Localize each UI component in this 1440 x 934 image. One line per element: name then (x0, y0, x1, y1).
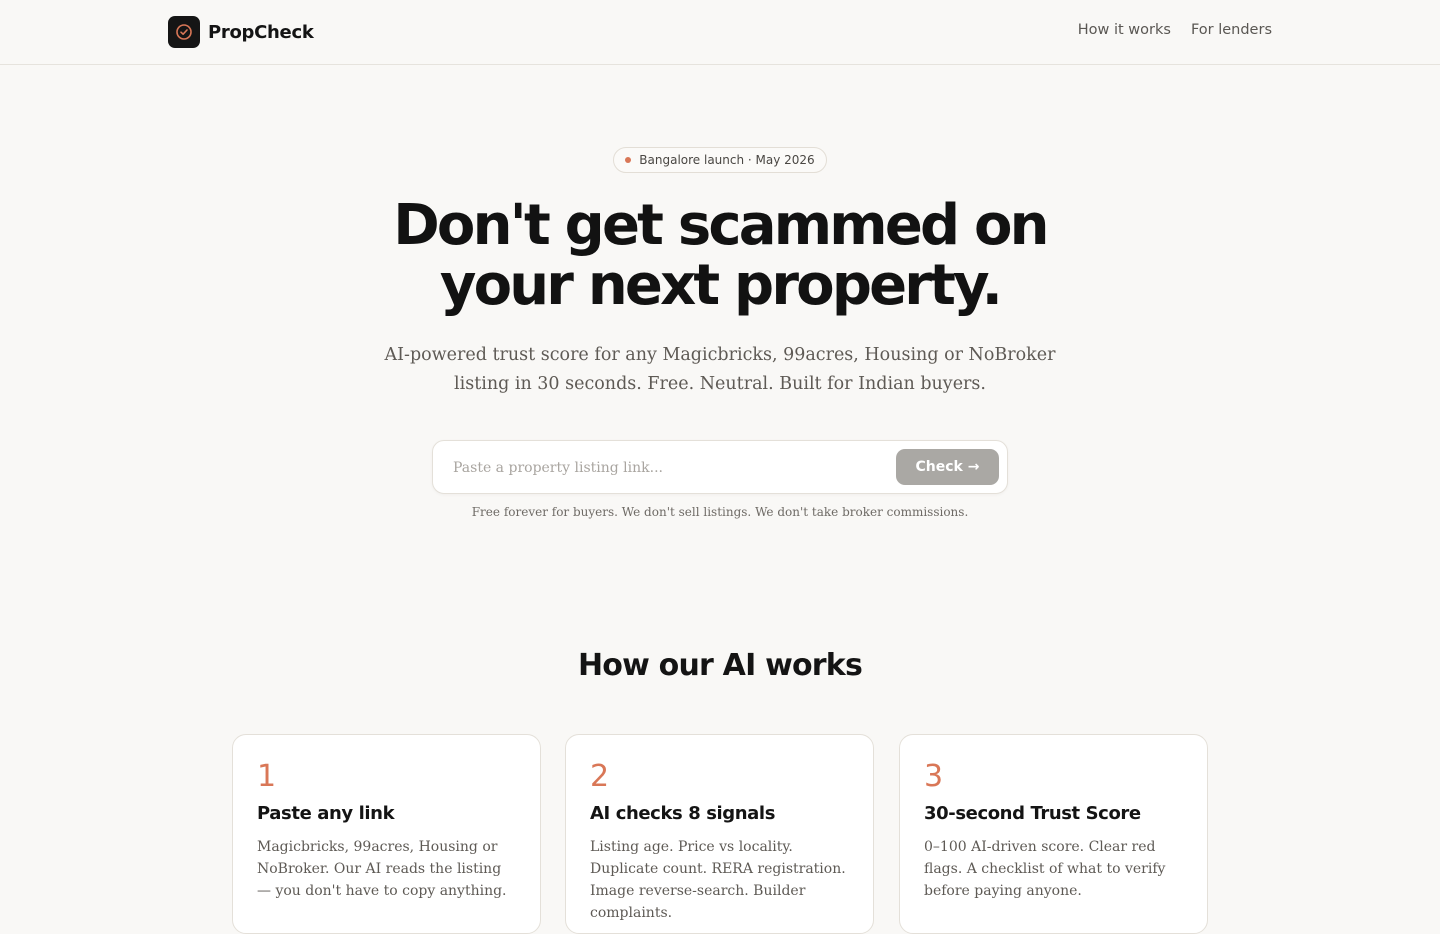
launch-badge: Bangalore launch · May 2026 (613, 147, 827, 173)
hero-headline-line2: your next property. (439, 253, 1003, 318)
how-it-works-title: How our AI works (577, 648, 863, 683)
step-title: Paste any link (257, 803, 395, 824)
hero-subhead: AI-powered trust score for any Magicbric… (384, 345, 1056, 394)
step-title: 30-second Trust Score (924, 803, 1141, 824)
status-dot-icon (625, 157, 632, 163)
listing-link-input[interactable] (453, 456, 883, 480)
step-card-1: 1 Paste any link Magicbricks, 99acres, H… (232, 734, 541, 934)
step-card-3: 3 30-second Trust Score 0–100 AI-driven … (899, 734, 1208, 934)
step-body: Listing age. Price vs locality. Duplicat… (590, 839, 846, 921)
step-number: 2 (590, 759, 610, 794)
check-circle-icon (168, 16, 200, 48)
nav-link-how-it-works[interactable]: How it works (1078, 22, 1171, 38)
step-body: 0–100 AI-driven score. Clear red flags. … (924, 839, 1166, 899)
nav-links: How it works For lenders (1078, 22, 1272, 38)
step-number: 3 (924, 759, 944, 794)
step-number: 1 (257, 759, 277, 794)
step-body: Magicbricks, 99acres, Housing or NoBroke… (257, 839, 507, 899)
launch-badge-text: Bangalore launch · May 2026 (639, 153, 815, 167)
step-title: AI checks 8 signals (590, 803, 776, 824)
hero-headline: Don't get scammed on your next property. (220, 196, 1220, 316)
nav-link-for-lenders[interactable]: For lenders (1191, 22, 1272, 38)
listing-search-box: Check → (432, 440, 1008, 494)
step-card-2: 2 AI checks 8 signals Listing age. Price… (565, 734, 874, 934)
check-button[interactable]: Check → (896, 449, 999, 485)
brand[interactable]: PropCheck (168, 16, 314, 48)
fine-print: Free forever for buyers. We don't sell l… (471, 505, 969, 519)
hero-headline-line1: Don't get scammed on (393, 193, 1049, 258)
brand-name: PropCheck (208, 21, 314, 43)
top-navbar: PropCheck How it works For lenders (0, 0, 1440, 65)
